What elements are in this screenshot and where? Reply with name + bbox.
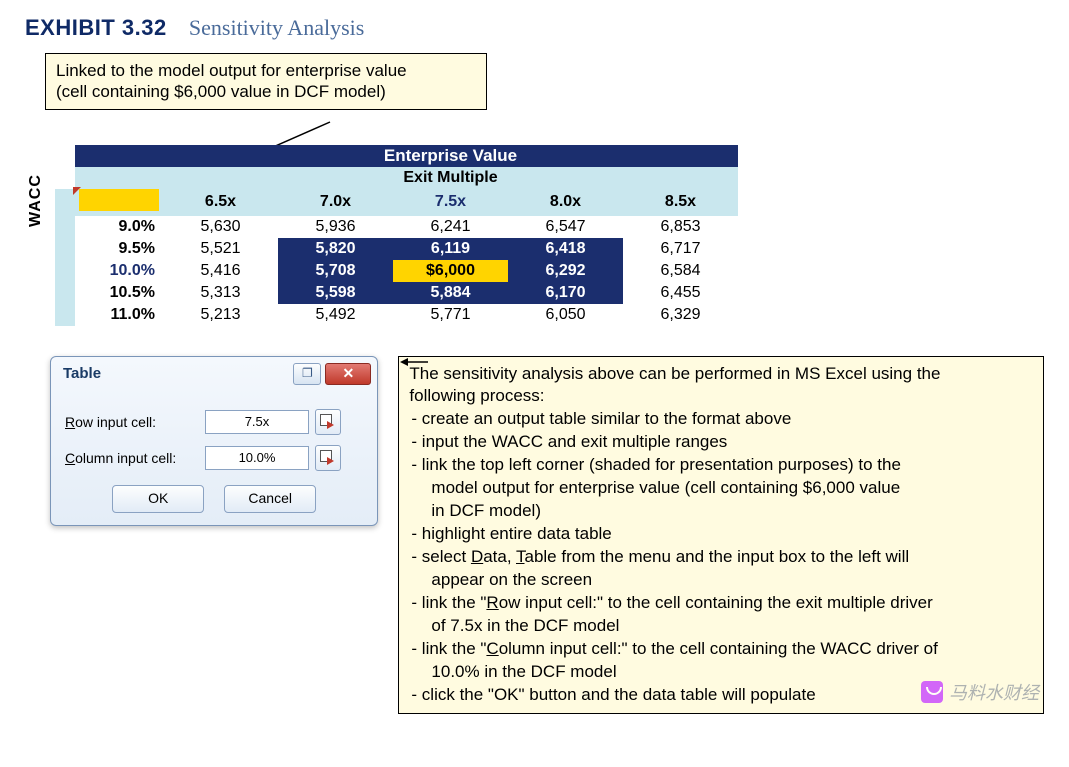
- linked-output-cell[interactable]: [79, 189, 159, 211]
- multiple-header: 6.5x: [163, 193, 278, 211]
- cell: 5,936: [278, 218, 393, 236]
- callout-line: Linked to the model output for enterpris…: [56, 60, 476, 81]
- wacc-header: 9.5%: [75, 240, 163, 258]
- instr-line: appear on the screen: [409, 569, 1033, 592]
- cell: 5,521: [163, 240, 278, 258]
- cell: 5,313: [163, 284, 278, 302]
- row-input-label: Row input cell:: [65, 414, 205, 430]
- instr-line: - highlight entire data table: [409, 523, 1033, 546]
- cell: 5,820: [278, 240, 393, 258]
- dialog-title: Table: [63, 365, 101, 382]
- cell: 6,547: [508, 218, 623, 236]
- cell: 5,213: [163, 306, 278, 324]
- cell: 6,853: [623, 218, 738, 236]
- multiple-header-center: 7.5x: [393, 193, 508, 211]
- sensitivity-table: WACC Enterprise Value Exit Multiple 6.5x…: [55, 145, 1044, 326]
- cell: 6,455: [623, 284, 738, 302]
- callout-linked-cell: Linked to the model output for enterpris…: [45, 53, 487, 110]
- instr-line: following process:: [409, 385, 1033, 408]
- arrow-instr-to-dialog: [400, 354, 430, 374]
- multiple-header: 8.5x: [623, 193, 738, 211]
- ok-button[interactable]: OK: [112, 485, 204, 513]
- cell: 6,329: [623, 306, 738, 324]
- cell-highlight: $6,000: [393, 262, 508, 280]
- watermark: 马料水财经: [921, 679, 1039, 705]
- cell: 6,717: [623, 240, 738, 258]
- cell: 5,771: [393, 306, 508, 324]
- table-row: 9.5% 5,521 5,820 6,119 6,418 6,717: [55, 238, 738, 260]
- table-row: 10.0% 5,416 5,708 $6,000 6,292 6,584: [55, 260, 738, 282]
- cell: 5,884: [393, 284, 508, 302]
- cell: 6,292: [508, 262, 623, 280]
- watermark-text: 马料水财经: [949, 679, 1039, 705]
- column-input-label: Column input cell:: [65, 450, 205, 466]
- cell: 5,492: [278, 306, 393, 324]
- column-input-cell[interactable]: [205, 446, 309, 470]
- table-row: 10.5% 5,313 5,598 5,884 6,170 6,455: [55, 282, 738, 304]
- cell: 6,119: [393, 240, 508, 258]
- wacc-header: 11.0%: [75, 306, 163, 324]
- instr-line: - input the WACC and exit multiple range…: [409, 431, 1033, 454]
- ref-picker-button[interactable]: [315, 445, 341, 471]
- cell: 5,630: [163, 218, 278, 236]
- exhibit-number: EXHIBIT 3.32: [25, 15, 167, 40]
- table-row: 9.0% 5,630 5,936 6,241 6,547 6,853: [55, 216, 738, 238]
- instr-line: The sensitivity analysis above can be pe…: [409, 363, 1033, 386]
- wacc-header-center: 10.0%: [75, 262, 163, 280]
- dialog-close-button[interactable]: ✕: [325, 363, 371, 385]
- watermark-icon: [921, 681, 943, 703]
- table-dialog: Table ❐ ✕ Row input cell: Column input c…: [50, 356, 378, 526]
- wacc-axis-label: WACC: [27, 174, 45, 227]
- multiple-header: 8.0x: [508, 193, 623, 211]
- exhibit-heading: EXHIBIT 3.32 Sensitivity Analysis: [25, 15, 1044, 41]
- row-input-cell[interactable]: [205, 410, 309, 434]
- instr-line: - select Data, Table from the menu and t…: [409, 546, 1033, 569]
- instructions-box: The sensitivity analysis above can be pe…: [398, 356, 1044, 714]
- ref-picker-button[interactable]: [315, 409, 341, 435]
- table-row: 11.0% 5,213 5,492 5,771 6,050 6,329: [55, 304, 738, 326]
- cell: 5,708: [278, 262, 393, 280]
- cell: 6,418: [508, 240, 623, 258]
- instr-line: in DCF model): [409, 500, 1033, 523]
- instr-line: - link the top left corner (shaded for p…: [409, 454, 1033, 477]
- cell: 5,416: [163, 262, 278, 280]
- cell: 5,598: [278, 284, 393, 302]
- callout-line: (cell containing $6,000 value in DCF mod…: [56, 81, 476, 102]
- instr-line: - create an output table similar to the …: [409, 408, 1033, 431]
- dialog-help-button[interactable]: ❐: [293, 363, 321, 385]
- instr-line: model output for enterprise value (cell …: [409, 477, 1033, 500]
- wacc-header: 9.0%: [75, 218, 163, 236]
- instr-line: of 7.5x in the DCF model: [409, 615, 1033, 638]
- table-title: Enterprise Value: [384, 146, 517, 165]
- cell: 6,170: [508, 284, 623, 302]
- cell-marker-icon: [73, 187, 83, 197]
- multiple-header: 7.0x: [278, 193, 393, 211]
- cell: 6,584: [623, 262, 738, 280]
- table-subtitle: Exit Multiple: [403, 169, 497, 186]
- exhibit-title: Sensitivity Analysis: [189, 15, 364, 40]
- cell: 6,050: [508, 306, 623, 324]
- instr-line: - link the "Row input cell:" to the cell…: [409, 592, 1033, 615]
- instr-line: - link the "Column input cell:" to the c…: [409, 638, 1033, 661]
- wacc-header: 10.5%: [75, 284, 163, 302]
- cell: 6,241: [393, 218, 508, 236]
- cancel-button[interactable]: Cancel: [224, 485, 316, 513]
